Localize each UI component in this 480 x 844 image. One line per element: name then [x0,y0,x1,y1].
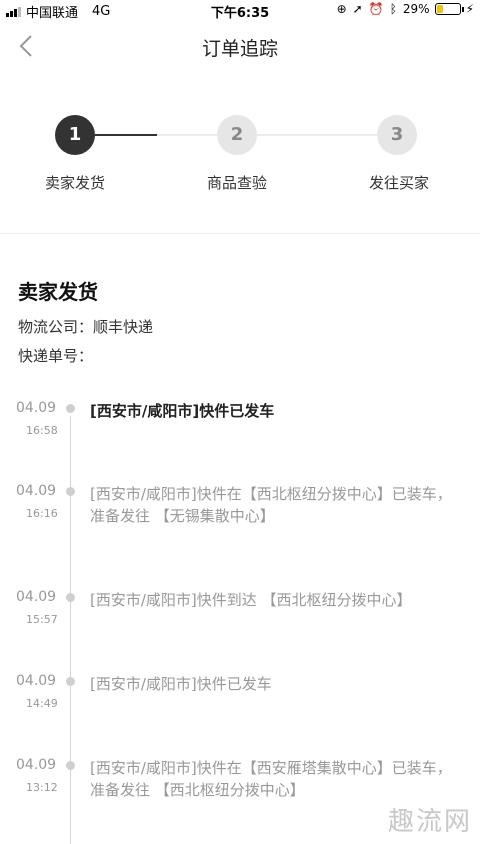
timeline-time: 16:16 [26,507,58,520]
timeline-date: 04.09 [16,589,57,605]
timeline-dot [66,761,75,770]
timeline-text: [西安市/咸阳市]快件已发车 [90,402,275,420]
timeline-time: 15:57 [26,613,58,626]
logistics-company: 物流公司：顺丰快递 [18,318,154,336]
timeline-time: 16:58 [26,424,58,437]
timeline-date: 04.09 [16,673,57,689]
timeline-text: [西安市/咸阳市]快件在【西北枢纽分拨中心】已装车，准备发往 【无锡集散中心】 [90,485,452,525]
step-line-active [95,134,157,136]
step-2-circle: 2 [217,115,257,155]
order-stepper: 1 2 3 卖家发货 商品查验 发往买家 [0,108,480,208]
watermark-logo: 趣流网 [387,807,472,837]
timeline-line [70,416,71,844]
timeline-time: 14:49 [26,697,58,710]
step-line-inactive [257,134,377,136]
timeline-text: [西安市/咸阳市]快件在【西安雁塔集散中心】已装车，准备发往 【西北枢纽分拨中心… [90,759,452,799]
nav-bar: 订单追踪 [0,20,480,72]
timeline-date: 04.09 [16,483,57,499]
shipping-section-title: 卖家发货 [18,280,98,304]
location-icon: ➚ [352,2,363,16]
step-1-circle: 1 [55,115,95,155]
timeline-dot [66,404,75,413]
page-title: 订单追踪 [201,38,278,60]
step-3-circle: 3 [377,115,417,155]
step-2-label: 商品查验 [206,174,267,192]
step-3-label: 发往买家 [368,174,429,192]
status-bar: 中国联通 4G 下午6:35 ⊕ ➚ ⏰ ᛒ 29% ⚡ [0,0,480,21]
alarm-icon: ⏰ [368,2,384,16]
step-line-inactive [157,134,217,136]
orientation-lock-icon: ⊕ [336,2,347,16]
timeline-text: [西安市/咸阳市]快件到达 【西北枢纽分拨中心】 [90,591,412,609]
charging-icon: ⚡ [465,2,474,16]
status-right: ⊕ ➚ ⏰ ᛒ 29% ⚡ [331,2,474,16]
battery-percent: 29% [402,2,430,16]
section-divider [0,233,480,234]
timeline-date: 04.09 [16,757,57,773]
battery-icon [434,3,464,15]
timeline-time: 13:12 [26,781,58,794]
step-1-label: 卖家发货 [44,174,105,192]
bluetooth-icon: ᛒ [389,2,397,16]
timeline-text: [西安市/咸阳市]快件已发车 [90,675,272,693]
timeline-date: 04.09 [16,400,57,416]
tracking-number: 快递单号： [18,347,94,365]
timeline-dot [66,487,75,496]
timeline-dot [66,677,75,686]
timeline-dot [66,593,75,602]
